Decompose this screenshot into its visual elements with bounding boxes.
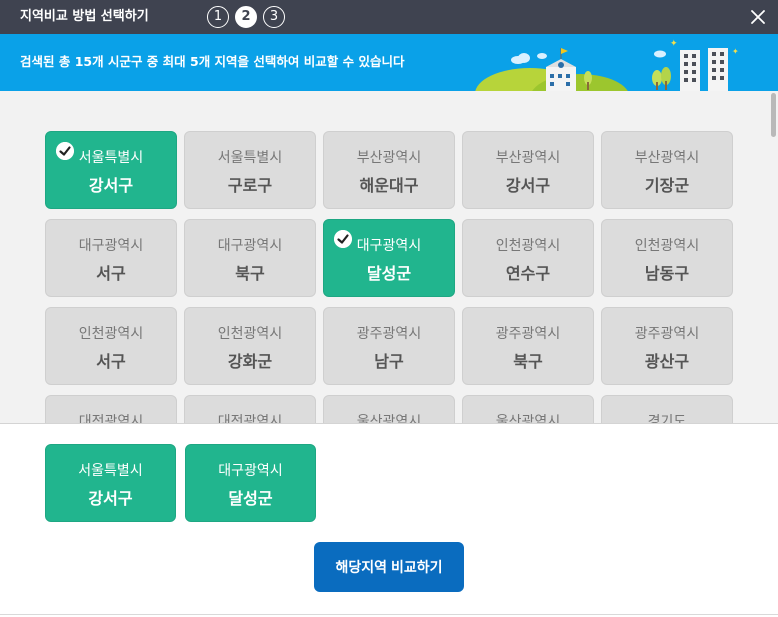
region-district: 남동구 [644,264,690,283]
region-city: 경기도 [647,414,687,423]
region-city: 대전광역시 [78,414,144,423]
compare-button[interactable]: 해당지역 비교하기 [314,542,464,592]
region-card[interactable]: 부산광역시강서구 [462,131,594,209]
dialog-title: 지역비교 방법 선택하기 [20,9,149,24]
region-card[interactable]: 대구광역시서구 [45,219,177,297]
region-district: 북구 [235,264,265,283]
region-district: 서구 [96,264,126,283]
region-district: 서구 [96,352,126,371]
region-card[interactable]: 울산광역시 [323,395,455,423]
region-district: 달성군 [366,264,412,283]
region-card[interactable]: 대전광역시 [184,395,316,423]
close-icon[interactable] [748,7,768,27]
check-icon [334,230,352,248]
region-card[interactable]: 서울특별시 강서구 [45,131,177,209]
region-city: 광주광역시 [634,326,700,342]
info-banner: 검색된 총 15개 시군구 중 최대 5개 지역을 선택하여 비교할 수 있습니… [0,34,778,91]
selected-region-district: 달성군 [228,489,273,508]
region-card[interactable]: 서울특별시구로구 [184,131,316,209]
scrollbar-thumb[interactable] [771,93,776,137]
region-district: 강화군 [227,352,273,371]
check-icon [56,142,74,160]
selected-region-city: 서울특별시 [78,463,143,479]
region-grid: 서울특별시 강서구 서울특별시 구로구 부산광역시 해운대구 부산광역시 강서구 부산광역시 기장… [45,131,733,423]
region-district: 연수구 [505,264,551,283]
selected-regions: 서울특별시 강서구 대구광역시 달성군 [45,444,316,522]
region-card[interactable]: 대전광역시 [45,395,177,423]
region-card[interactable]: 광주광역시남구 [323,307,455,385]
region-city: 대구광역시 [78,238,144,254]
selected-region-city: 대구광역시 [218,463,283,479]
region-city: 울산광역시 [356,414,422,423]
svg-text:✦: ✦ [670,39,678,49]
region-city: 인천광역시 [78,326,144,342]
region-card[interactable]: 울산광역시 [462,395,594,423]
selected-region-chip[interactable]: 서울특별시강서구 [45,444,176,522]
region-district: 광산구 [644,352,690,371]
region-district: 해운대구 [359,176,419,195]
region-card[interactable]: 부산광역시해운대구 [323,131,455,209]
region-city: 대전광역시 [217,414,283,423]
region-city: 부산광역시 [495,150,561,166]
region-district: 기장군 [644,176,690,195]
svg-text:✦: ✦ [732,47,739,56]
divider [0,423,778,424]
region-city: 인천광역시 [217,326,283,342]
step-indicator: 1 2 3 [207,6,285,28]
region-city: 광주광역시 [356,326,422,342]
step-3: 3 [263,6,285,28]
step-1: 1 [207,6,229,28]
region-district: 강서구 [88,176,134,195]
region-card[interactable]: 광주광역시광산구 [601,307,733,385]
region-card[interactable]: 인천광역시연수구 [462,219,594,297]
region-city: 인천광역시 [495,238,561,254]
region-card[interactable]: 인천광역시강화군 [184,307,316,385]
region-city: 부산광역시 [634,150,700,166]
selected-region-district: 강서구 [88,489,133,508]
region-city: 서울특별시 [217,150,283,166]
banner-text: 검색된 총 15개 시군구 중 최대 5개 지역을 선택하여 비교할 수 있습니… [20,54,405,69]
step-2: 2 [235,6,257,28]
region-city: 광주광역시 [495,326,561,342]
region-grid-area: 서울특별시 강서구 서울특별시 구로구 부산광역시 해운대구 부산광역시 강서구 부산광역시 기장… [0,91,778,423]
bottom-divider [0,614,778,615]
region-city: 울산광역시 [495,414,561,423]
region-city: 부산광역시 [356,150,422,166]
region-district: 강서구 [505,176,551,195]
region-card[interactable]: 광주광역시북구 [462,307,594,385]
region-card[interactable]: 경기도 [601,395,733,423]
region-district: 구로구 [227,176,273,195]
selected-region-chip[interactable]: 대구광역시달성군 [185,444,316,522]
scrollbar[interactable] [770,91,776,423]
region-city: 인천광역시 [634,238,700,254]
region-card[interactable]: 인천광역시서구 [45,307,177,385]
region-city: 대구광역시 [217,238,283,254]
city-illustration-icon: ✦ ✦ [475,39,739,91]
region-card[interactable]: 대구광역시북구 [184,219,316,297]
region-card[interactable]: 대구광역시 달성군 [323,219,455,297]
region-district: 남구 [374,352,404,371]
region-card[interactable]: 인천광역시남동구 [601,219,733,297]
region-district: 북구 [513,352,543,371]
region-card[interactable]: 부산광역시기장군 [601,131,733,209]
title-bar: 지역비교 방법 선택하기 1 2 3 [0,0,778,34]
